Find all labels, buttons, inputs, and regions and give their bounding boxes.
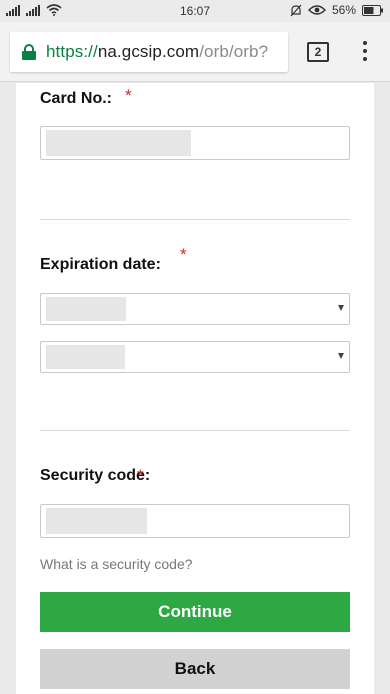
security-code-label: Security code: — [40, 467, 151, 484]
url-scheme: https:// — [46, 42, 98, 61]
url-path: /orb/orb? — [199, 42, 269, 61]
secure-lock-icon[interactable] — [22, 44, 36, 60]
back-button[interactable]: Back — [40, 649, 350, 689]
battery-percent: 56% — [331, 3, 356, 17]
address-bar[interactable]: https://na.gcsip.com/orb/orb? — [10, 32, 288, 72]
security-code-required-mark: * — [137, 466, 144, 485]
card-number-input[interactable] — [40, 126, 350, 160]
url-host: na.gcsip.com — [97, 42, 200, 61]
overflow-menu-icon[interactable] — [358, 41, 372, 63]
battery-icon — [362, 4, 383, 16]
card-number-redacted-value — [46, 130, 191, 156]
section-divider — [40, 430, 350, 431]
expiration-year-select[interactable] — [40, 341, 350, 373]
screen: 16:07 56% https://na.gcsip.com/orb/orb? … — [0, 0, 390, 694]
chevron-down-icon — [338, 353, 344, 359]
browser-toolbar: https://na.gcsip.com/orb/orb? 2 — [0, 22, 390, 82]
system-status: 56% — [290, 3, 384, 17]
security-code-redacted-value — [46, 508, 147, 534]
eye-comfort-icon — [307, 5, 326, 15]
expiration-required-mark: * — [180, 245, 187, 264]
continue-button[interactable]: Continue — [40, 592, 350, 632]
expiration-date-label: Expiration date: — [40, 256, 161, 273]
status-bar: 16:07 56% — [0, 0, 390, 22]
expiration-month-redacted-value — [46, 297, 126, 321]
security-code-input[interactable] — [40, 504, 350, 538]
security-code-help-link[interactable]: What is a security code? — [40, 556, 193, 572]
expiration-month-select[interactable] — [40, 293, 350, 325]
section-divider — [40, 219, 350, 220]
card-number-required-mark: * — [125, 86, 132, 105]
notifications-muted-icon — [290, 4, 302, 16]
url-text[interactable]: https://na.gcsip.com/orb/orb? — [46, 42, 268, 62]
tab-switcher-button[interactable]: 2 — [307, 42, 329, 62]
expiration-year-redacted-value — [46, 345, 125, 369]
chevron-down-icon — [338, 305, 344, 311]
card-number-label: Card No.: — [40, 90, 112, 107]
payment-form: Card No.: * Expiration date: * Security … — [16, 83, 374, 694]
